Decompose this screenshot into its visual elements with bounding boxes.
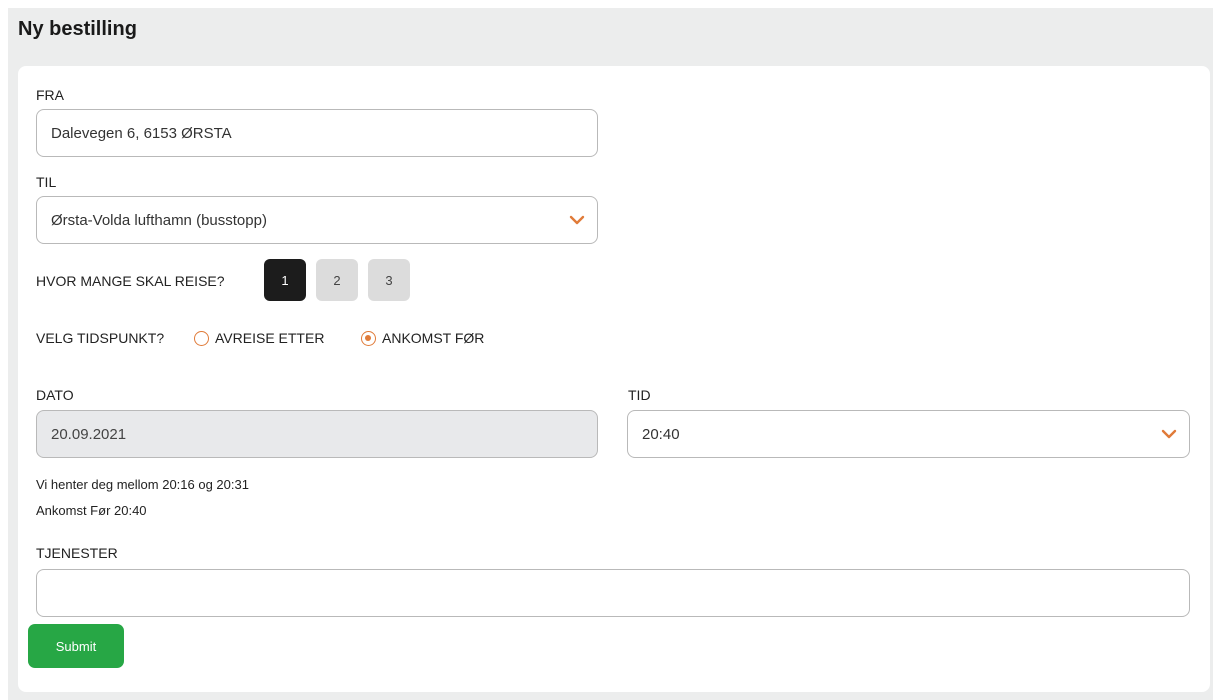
- chevron-down-icon: [569, 215, 585, 225]
- time-choice-label: VELG TIDSPUNKT?: [36, 330, 165, 346]
- time-select[interactable]: 20:40: [627, 410, 1190, 458]
- to-select[interactable]: Ørsta-Volda lufthamn (busstopp): [36, 196, 598, 244]
- time-select-value: 20:40: [642, 425, 680, 443]
- arrival-info-text: Ankomst Før 20:40: [36, 503, 147, 518]
- pickup-info-text: Vi henter deg mellom 20:16 og 20:31: [36, 477, 249, 492]
- submit-button[interactable]: Submit: [28, 624, 124, 668]
- radio-selected-dot: [365, 335, 371, 341]
- page-container: Ny bestilling FRA Dalevegen 6, 6153 ØRST…: [8, 8, 1213, 700]
- to-select-value: Ørsta-Volda lufthamn (busstopp): [51, 211, 267, 229]
- arrival-before-radio[interactable]: [361, 331, 376, 346]
- date-input[interactable]: 20.09.2021: [36, 410, 598, 458]
- time-label: TID: [628, 387, 651, 403]
- date-input-value: 20.09.2021: [51, 425, 127, 443]
- from-input-value: Dalevegen 6, 6153 ØRSTA: [51, 124, 232, 142]
- to-label: TIL: [36, 174, 57, 190]
- date-label: DATO: [36, 387, 74, 403]
- services-label: TJENESTER: [36, 545, 118, 561]
- passenger-count-1-button[interactable]: 1: [264, 259, 306, 301]
- departure-after-label[interactable]: AVREISE ETTER: [215, 330, 324, 346]
- chevron-down-icon: [1161, 429, 1177, 439]
- passenger-count-2-button[interactable]: 2: [316, 259, 358, 301]
- passenger-count-3-button[interactable]: 3: [368, 259, 410, 301]
- from-input[interactable]: Dalevegen 6, 6153 ØRSTA: [36, 109, 598, 157]
- from-label: FRA: [36, 87, 64, 103]
- services-input[interactable]: [36, 569, 1190, 617]
- departure-after-radio[interactable]: [194, 331, 209, 346]
- booking-form: FRA Dalevegen 6, 6153 ØRSTA TIL Ørsta-Vo…: [18, 66, 1210, 692]
- passengers-label: HVOR MANGE SKAL REISE?: [36, 273, 225, 289]
- page-title: Ny bestilling: [18, 18, 137, 40]
- arrival-before-label[interactable]: ANKOMST FØR: [382, 330, 484, 346]
